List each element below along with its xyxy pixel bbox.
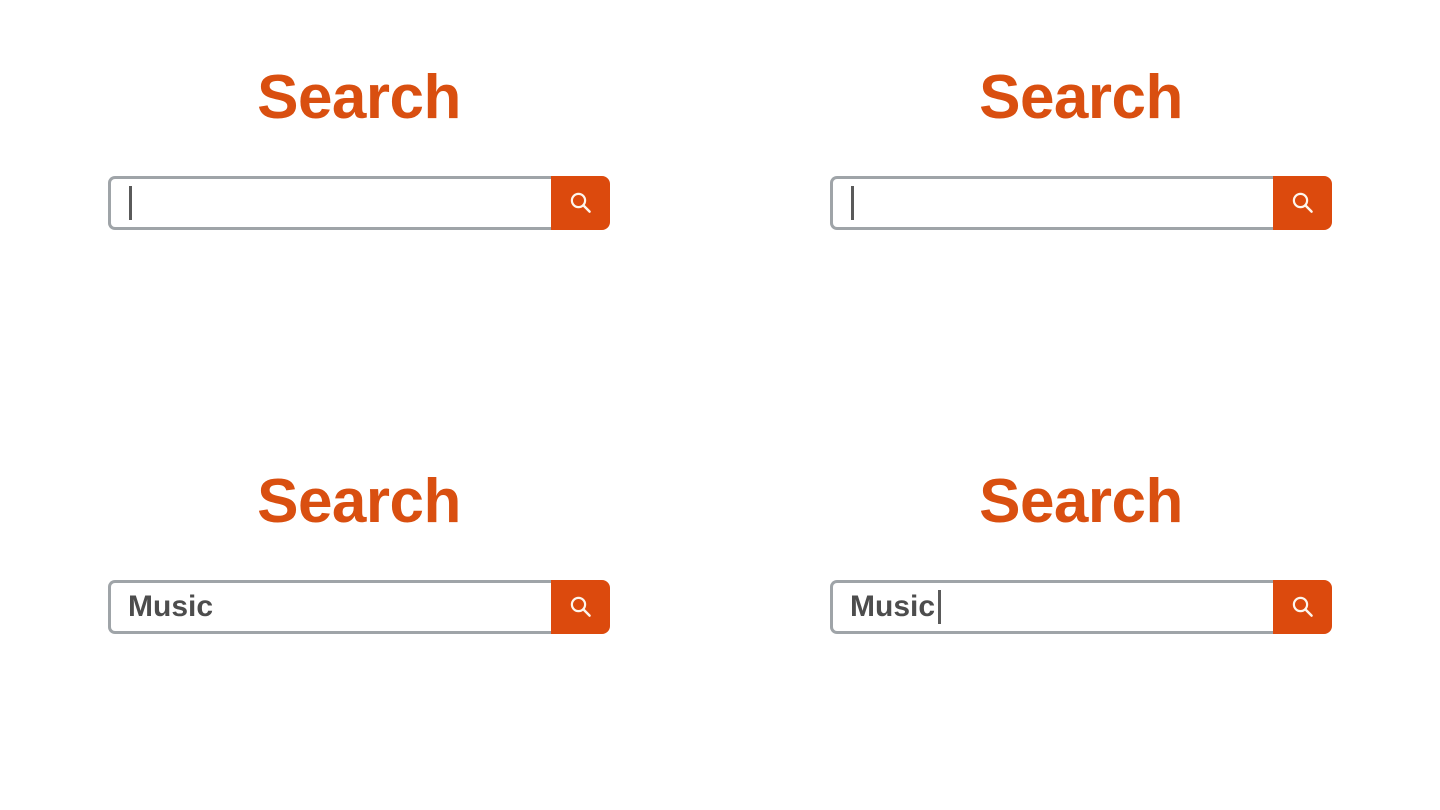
search-icon: [568, 594, 594, 620]
search-submit-button[interactable]: [1273, 176, 1332, 230]
search-input[interactable]: [830, 176, 1273, 230]
search-icon: [568, 190, 594, 216]
search-icon: [1290, 594, 1316, 620]
search-widget-top-right: Search: [830, 56, 1332, 230]
search-icon: [1290, 190, 1316, 216]
search-bar: [830, 176, 1332, 230]
page-title: Search: [257, 467, 461, 536]
search-bar: [108, 176, 610, 230]
search-widget-bottom-right: Search Music: [830, 460, 1332, 634]
search-input[interactable]: Music: [830, 580, 1273, 634]
text-caret: [851, 186, 854, 220]
search-bar: Music: [830, 580, 1332, 634]
search-widget-bottom-left: Search Music: [108, 460, 610, 634]
search-input-value: Music: [850, 590, 936, 623]
search-input[interactable]: Music: [108, 580, 551, 634]
page-title: Search: [979, 467, 1183, 536]
search-bar: Music: [108, 580, 610, 634]
search-submit-button[interactable]: [551, 580, 610, 634]
search-submit-button[interactable]: [551, 176, 610, 230]
search-input[interactable]: [108, 176, 551, 230]
text-caret: [129, 186, 132, 220]
page-title: Search: [979, 63, 1183, 132]
search-widget-top-left: Search: [108, 56, 610, 230]
search-input-value: Music: [128, 590, 214, 623]
text-caret: [938, 590, 942, 624]
search-submit-button[interactable]: [1273, 580, 1332, 634]
page-title: Search: [257, 63, 461, 132]
